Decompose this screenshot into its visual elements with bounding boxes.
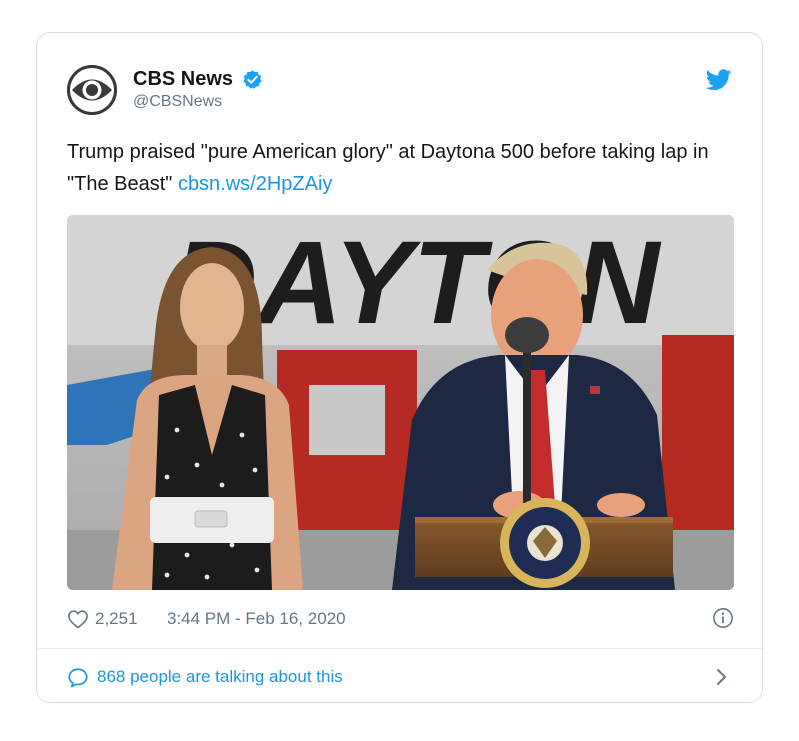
info-icon[interactable] xyxy=(712,607,734,629)
divider xyxy=(37,648,762,649)
tweet-media-image[interactable]: DAYTON xyxy=(67,215,734,590)
heart-icon[interactable] xyxy=(67,609,89,629)
twitter-bird-icon[interactable] xyxy=(705,69,732,91)
conversation-count: 868 people are talking about this xyxy=(97,667,343,686)
tweet-timestamp[interactable]: 3:44 PM - Feb 16, 2020 xyxy=(167,609,346,629)
cbs-eye-logo[interactable] xyxy=(67,65,117,115)
tweet-card: CBS News @CBSNews Trump praised "pure Am… xyxy=(36,32,763,703)
author-block: CBS News @CBSNews xyxy=(133,68,263,111)
tweet-text: Trump praised "pure American glory" at D… xyxy=(67,136,737,200)
tweet-body: Trump praised "pure American glory" at D… xyxy=(67,141,709,195)
conversation-link[interactable]: 868 people are talking about this xyxy=(67,661,734,691)
speech-bubble-icon xyxy=(67,667,89,689)
like-count: 2,251 xyxy=(95,609,138,628)
tweet-link[interactable]: cbsn.ws/2HpZAiy xyxy=(178,173,333,195)
tweet-meta: 2,251 3:44 PM - Feb 16, 2020 xyxy=(67,605,734,633)
display-name[interactable]: CBS News xyxy=(133,68,233,91)
verified-badge-icon xyxy=(242,69,263,90)
author-handle[interactable]: @CBSNews xyxy=(133,93,263,111)
chevron-right-icon[interactable] xyxy=(716,668,728,686)
